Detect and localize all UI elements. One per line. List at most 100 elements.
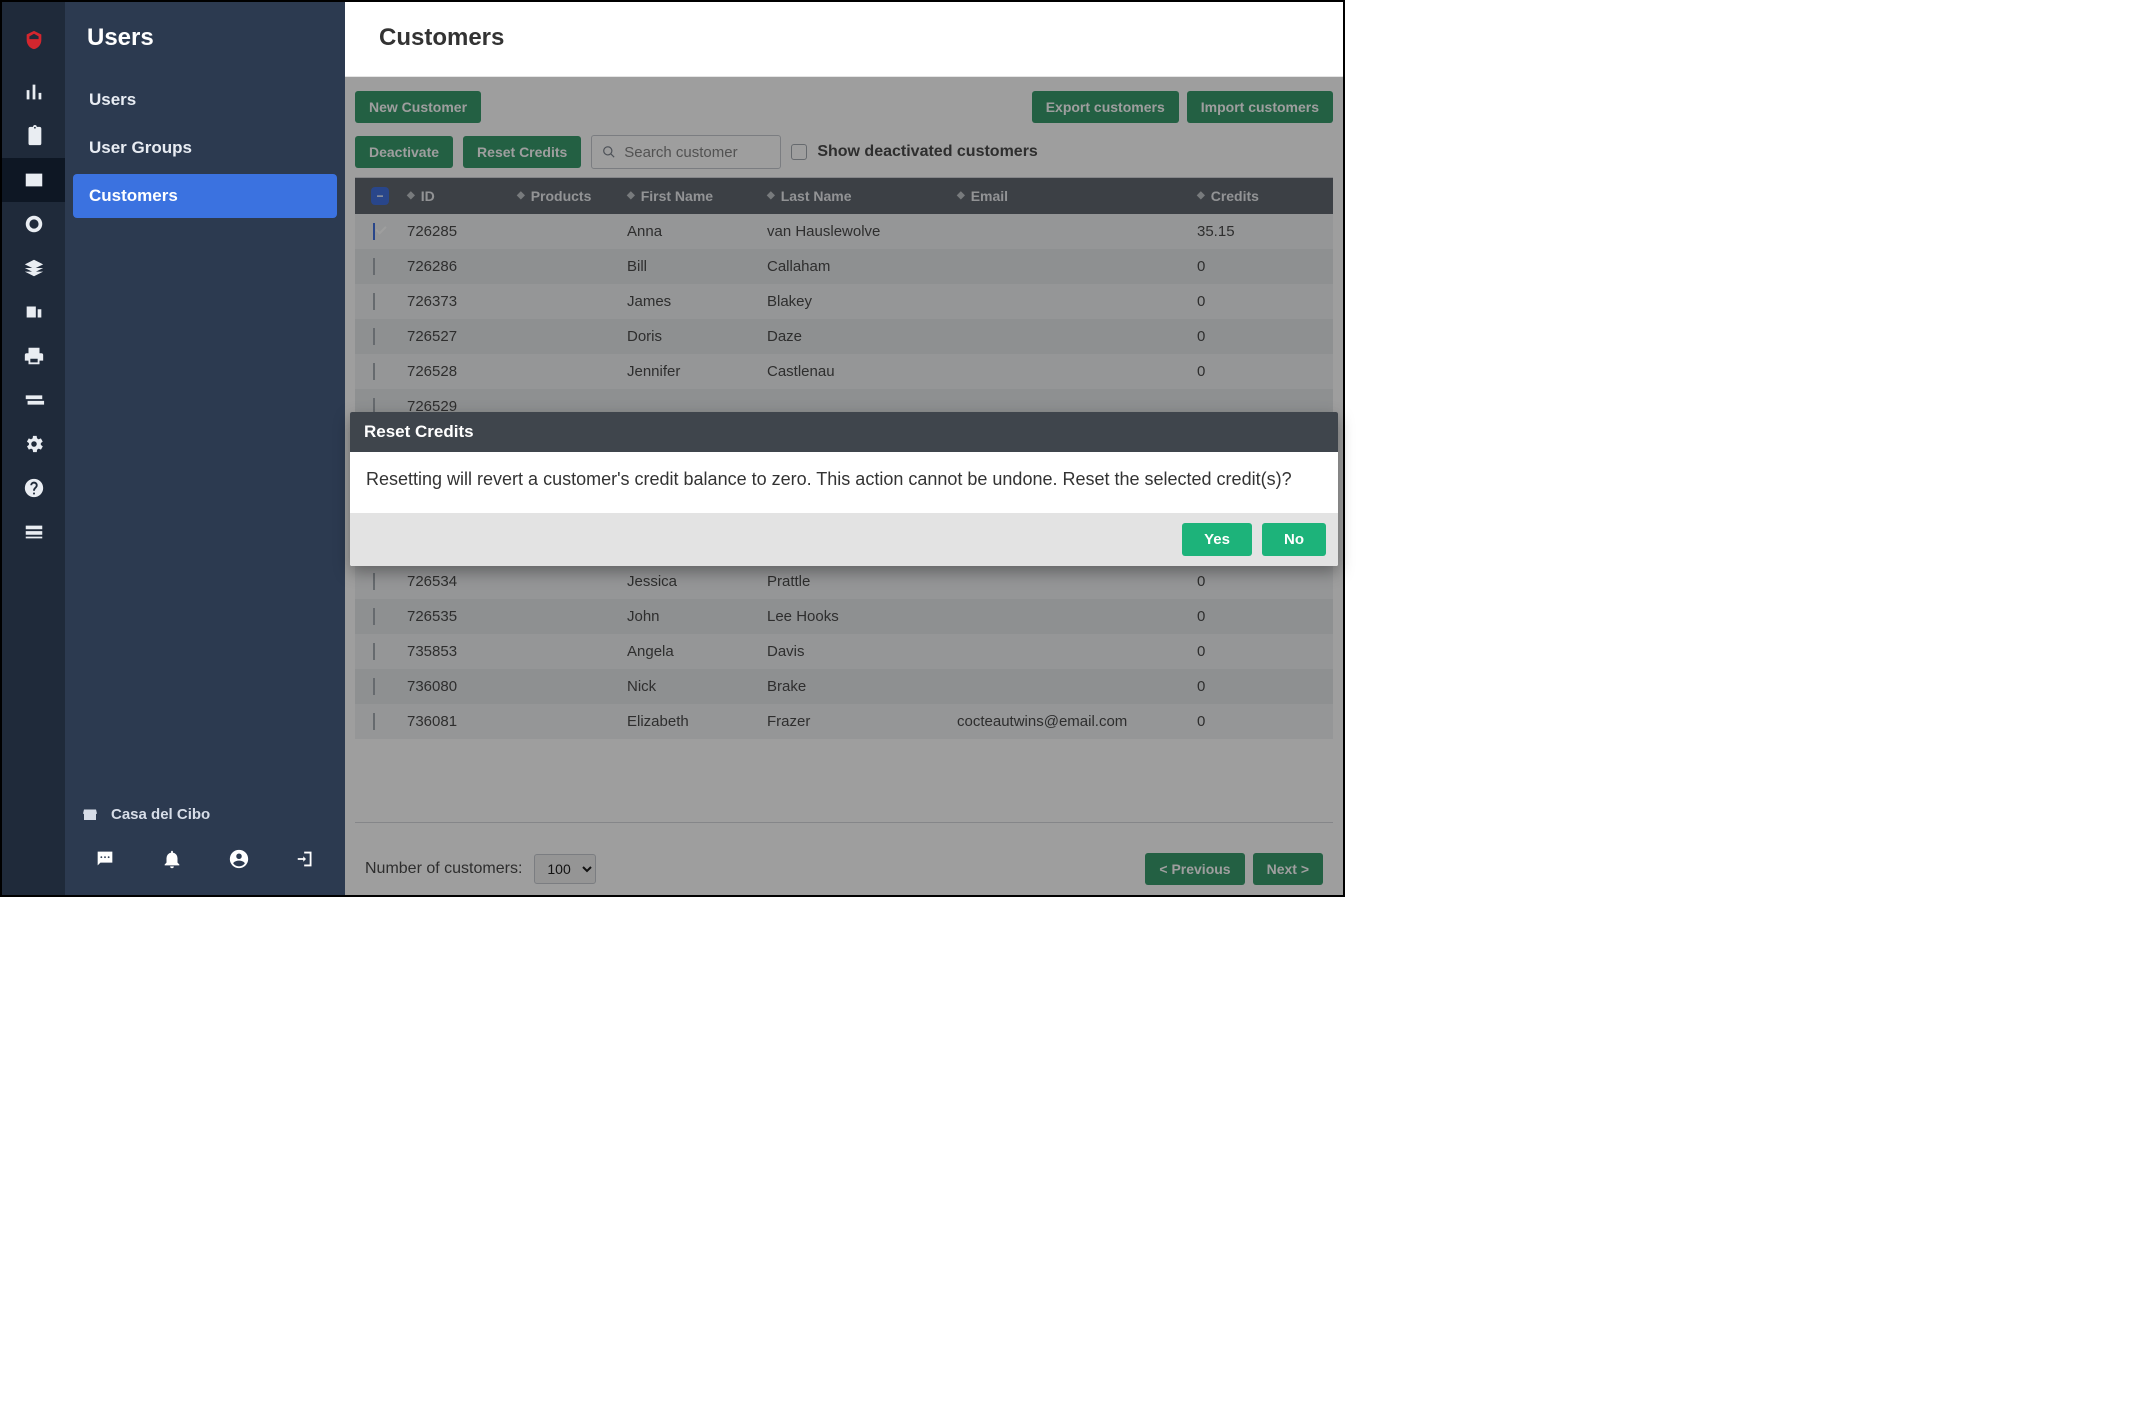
select-all-checkbox[interactable]: − [371, 187, 389, 205]
table-row[interactable]: 736081 Elizabeth Frazer cocteautwins@ema… [355, 704, 1333, 739]
dashboard-icon[interactable] [2, 70, 65, 114]
store-name: Casa del Cibo [111, 806, 210, 823]
next-page-button[interactable]: Next > [1253, 853, 1323, 885]
col-credits[interactable]: ◆Credits [1193, 188, 1333, 204]
cell-credits: 35.15 [1193, 223, 1333, 240]
sidebar-nav: Users User Groups Customers [65, 70, 345, 230]
help-icon[interactable] [2, 466, 65, 510]
page-title: Customers [379, 24, 1309, 52]
users-icon[interactable] [2, 158, 65, 202]
devices-icon[interactable] [2, 290, 65, 334]
cell-credits: 0 [1193, 328, 1333, 345]
cell-last-name: Frazer [763, 713, 953, 730]
col-last-name[interactable]: ◆Last Name [763, 188, 953, 204]
restaurant-icon[interactable] [2, 202, 65, 246]
row-checkbox[interactable] [373, 573, 375, 590]
modal-body: Resetting will revert a customer's credi… [350, 452, 1338, 513]
server-icon[interactable] [2, 510, 65, 554]
page-size-select[interactable]: 100 [534, 854, 596, 884]
main-content: Customers New Customer Export customers … [345, 2, 1343, 895]
row-checkbox[interactable] [373, 363, 375, 380]
sidebar-item-users[interactable]: Users [73, 78, 337, 122]
modal-footer: Yes No [350, 513, 1338, 566]
previous-page-button[interactable]: < Previous [1145, 853, 1244, 885]
cell-first-name: Anna [623, 223, 763, 240]
cell-credits: 0 [1193, 363, 1333, 380]
search-input[interactable] [624, 144, 770, 161]
cell-credits: 0 [1193, 258, 1333, 275]
table-footer: Number of customers: 100 < Previous Next… [355, 822, 1333, 895]
export-customers-button[interactable]: Export customers [1032, 91, 1179, 123]
row-checkbox[interactable] [373, 678, 375, 695]
import-customers-button[interactable]: Import customers [1187, 91, 1333, 123]
show-deactivated-toggle[interactable]: Show deactivated customers [791, 143, 1038, 161]
payments-icon[interactable] [2, 378, 65, 422]
cell-id: 726285 [403, 223, 513, 240]
col-products[interactable]: ◆Products [513, 188, 623, 204]
cell-first-name: Jennifer [623, 363, 763, 380]
page-toolbar: New Customer Export customers Import cus… [345, 77, 1343, 135]
reset-credits-button[interactable]: Reset Credits [463, 136, 581, 168]
account-icon[interactable] [217, 841, 261, 877]
clipboard-icon[interactable] [2, 114, 65, 158]
cell-id: 736081 [403, 713, 513, 730]
sidebar-item-user-groups[interactable]: User Groups [73, 126, 337, 170]
table-row[interactable]: 726535 John Lee Hooks 0 [355, 599, 1333, 634]
show-deactivated-checkbox[interactable] [791, 144, 807, 160]
sidebar-title: Users [65, 2, 345, 70]
cell-first-name: Elizabeth [623, 713, 763, 730]
gear-icon[interactable] [2, 422, 65, 466]
page-size-label: Number of customers: [365, 860, 522, 878]
row-checkbox[interactable] [373, 643, 375, 660]
table-row[interactable]: 726527 Doris Daze 0 [355, 319, 1333, 354]
deactivate-button[interactable]: Deactivate [355, 136, 453, 168]
new-customer-button[interactable]: New Customer [355, 91, 481, 123]
table-header: − ◆ID ◆Products ◆First Name ◆Last Name ◆… [355, 178, 1333, 214]
col-email[interactable]: ◆Email [953, 188, 1193, 204]
search-icon [602, 144, 616, 160]
bell-icon[interactable] [150, 841, 194, 877]
row-checkbox[interactable] [373, 293, 375, 310]
icon-rail [2, 2, 65, 895]
row-checkbox[interactable] [373, 713, 375, 730]
cell-first-name: Nick [623, 678, 763, 695]
row-checkbox[interactable] [373, 223, 375, 240]
chat-icon[interactable] [83, 841, 127, 877]
row-checkbox[interactable] [373, 608, 375, 625]
cell-id: 726528 [403, 363, 513, 380]
cell-first-name: Doris [623, 328, 763, 345]
cell-id: 726373 [403, 293, 513, 310]
filter-toolbar: Deactivate Reset Credits Show deactivate… [345, 135, 1343, 177]
col-first-name[interactable]: ◆First Name [623, 188, 763, 204]
modal-no-button[interactable]: No [1262, 523, 1326, 556]
sidebar: Users Users User Groups Customers Casa d… [65, 2, 345, 895]
modal-yes-button[interactable]: Yes [1182, 523, 1252, 556]
table-row[interactable]: 726373 James Blakey 0 [355, 284, 1333, 319]
layers-icon[interactable] [2, 246, 65, 290]
cell-first-name: Angela [623, 643, 763, 660]
cell-last-name: van Hauslewolve [763, 223, 953, 240]
store-indicator[interactable]: Casa del Cibo [65, 791, 345, 823]
col-id[interactable]: ◆ID [403, 188, 513, 204]
cell-id: 726286 [403, 258, 513, 275]
printer-icon[interactable] [2, 334, 65, 378]
table-row[interactable]: 726285 Anna van Hauslewolve 35.15 [355, 214, 1333, 249]
table-row[interactable]: 726534 Jessica Prattle 0 [355, 564, 1333, 599]
search-wrap [591, 135, 781, 169]
cell-email: cocteautwins@email.com [953, 713, 1193, 730]
row-checkbox[interactable] [373, 328, 375, 345]
cell-first-name: Jessica [623, 573, 763, 590]
reset-credits-modal: Reset Credits Resetting will revert a cu… [350, 412, 1338, 566]
logo-icon[interactable] [2, 18, 65, 62]
table-row[interactable]: 726528 Jennifer Castlenau 0 [355, 354, 1333, 389]
table-row[interactable]: 735853 Angela Davis 0 [355, 634, 1333, 669]
logout-icon[interactable] [284, 841, 328, 877]
cell-last-name: Brake [763, 678, 953, 695]
cell-id: 735853 [403, 643, 513, 660]
cell-credits: 0 [1193, 608, 1333, 625]
table-row[interactable]: 726286 Bill Callaham 0 [355, 249, 1333, 284]
cell-last-name: Davis [763, 643, 953, 660]
table-row[interactable]: 736080 Nick Brake 0 [355, 669, 1333, 704]
row-checkbox[interactable] [373, 258, 375, 275]
sidebar-item-customers[interactable]: Customers [73, 174, 337, 218]
